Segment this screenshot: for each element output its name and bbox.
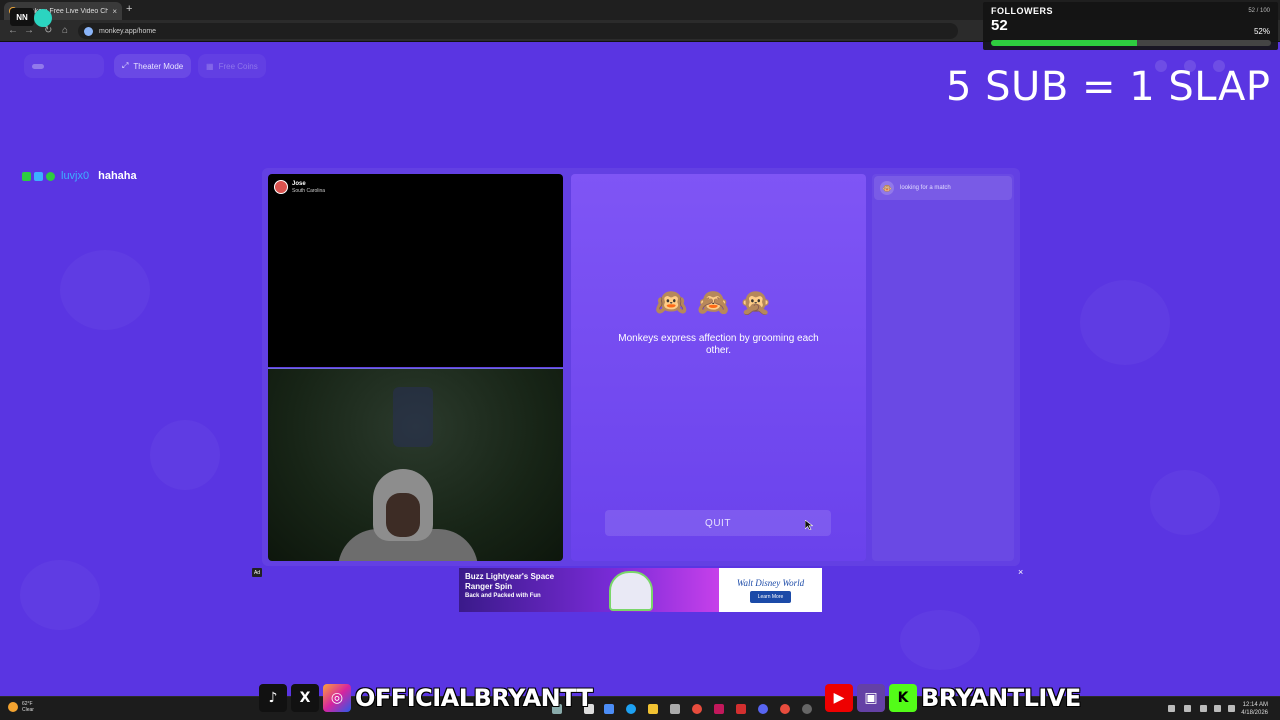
home-icon[interactable]: ⌂ — [62, 25, 68, 36]
volume-icon[interactable] — [1228, 705, 1235, 712]
social-handle-right: BRYANTLIVE — [921, 684, 1081, 712]
monkey-emoji-icon: 🙉🙈🙊 — [654, 288, 783, 318]
music-icon[interactable] — [714, 704, 724, 714]
background-blob — [1150, 470, 1220, 535]
chrome-icon[interactable] — [780, 704, 790, 714]
clock-date: 4/18/2026 — [1241, 710, 1268, 716]
ad-close-icon[interactable]: × — [1018, 567, 1023, 577]
free-coins-label: Free Coins — [218, 61, 258, 71]
wifi-icon[interactable] — [1214, 705, 1221, 712]
streamer-logo: NN — [10, 8, 34, 26]
theater-mode-label: Theater Mode — [133, 61, 184, 71]
remote-user-chip[interactable]: Jose South Carolina — [274, 180, 325, 194]
tray-chevron-icon[interactable] — [1168, 705, 1175, 712]
ad-headline: Buzz Lightyear's Space Ranger Spin — [465, 572, 555, 591]
mouse-cursor-icon — [805, 520, 813, 530]
weather-icon — [8, 702, 18, 712]
sparkle-badge-icon — [46, 171, 55, 181]
background-blob — [20, 560, 100, 630]
background-blob — [150, 420, 220, 490]
weather-condition: Clear — [22, 707, 34, 713]
followers-title: FOLLOWERS — [991, 6, 1053, 16]
social-left: ♪ X ◎ OFFICIALBRYANTT — [259, 684, 593, 712]
chat-username: luvjx0 — [61, 170, 90, 182]
background-blob — [900, 610, 980, 670]
self-video — [268, 368, 563, 561]
microphone-icon — [34, 9, 52, 27]
x-icon: X — [291, 684, 319, 712]
site-info-icon[interactable] — [84, 26, 93, 36]
youtube-icon: ▶ — [825, 684, 853, 712]
remote-video: Jose South Carolina — [268, 174, 563, 367]
obs-icon[interactable] — [802, 704, 812, 714]
adobe-icon[interactable] — [736, 704, 746, 714]
monkey-fact: Monkeys express affection by grooming ea… — [618, 333, 819, 356]
background-jersey — [393, 387, 433, 447]
chat-text: hahaha — [98, 170, 137, 182]
instagram-icon: ◎ — [323, 684, 351, 712]
kick-icon: K — [889, 684, 917, 712]
cloud-icon[interactable] — [1184, 705, 1191, 712]
ad-brand-panel: Walt Disney World Learn More — [719, 568, 822, 612]
gem-icon[interactable] — [1155, 60, 1167, 72]
ad-brand: Walt Disney World — [736, 577, 805, 588]
tiktok-icon: ♪ — [259, 684, 287, 712]
coins-icon: ▦ — [206, 61, 214, 71]
match-status-row: 🐵 looking for a match — [874, 176, 1012, 200]
background-blob — [60, 250, 150, 330]
ad-label: Ad — [252, 568, 262, 577]
chat-message: luvjx0 hahaha — [22, 170, 137, 182]
ad-subline: Back and Packed with Fun — [465, 593, 541, 599]
followers-progress-bar — [991, 40, 1271, 46]
forward-arrow-icon[interactable]: → — [24, 25, 34, 36]
app-icon[interactable] — [604, 704, 614, 714]
clock[interactable]: 12:14 AM 4/18/2026 — [1241, 701, 1268, 717]
quit-button[interactable]: QUIT — [605, 510, 831, 536]
new-tab-button[interactable]: + — [126, 3, 132, 15]
ad-banner[interactable]: Buzz Lightyear's Space Ranger Spin Back … — [459, 568, 822, 612]
expand-icon: ⤢ — [122, 61, 129, 70]
app-logo[interactable] — [24, 54, 104, 78]
chrome-icon[interactable] — [692, 704, 702, 714]
store-icon[interactable] — [670, 704, 680, 714]
followers-progress-fill — [991, 40, 1137, 46]
match-panel: 🐵 looking for a match — [872, 174, 1014, 561]
tab-close-icon[interactable]: × — [112, 7, 117, 16]
remote-user-location: South Carolina — [292, 187, 326, 194]
followers-count: 52 — [991, 17, 1008, 34]
taskbar: 62°F Clear 12:14 AM 4/18/2026 — [0, 696, 1280, 720]
discord-icon[interactable] — [758, 704, 768, 714]
match-status-text: looking for a match — [900, 185, 951, 191]
url-field[interactable]: monkey.app/home — [78, 23, 958, 39]
followers-goal: 52 / 100 — [1248, 8, 1270, 14]
twitch-icon: ▣ — [857, 684, 885, 712]
mic-tray-icon[interactable] — [1200, 705, 1207, 712]
url-text: monkey.app/home — [99, 27, 157, 35]
clock-time: 12:14 AM — [1242, 702, 1268, 708]
subscriber-badge-icon — [34, 171, 43, 181]
social-right: ▶ ▣ K BRYANTLIVE — [825, 684, 1081, 712]
remote-user-name: Jose — [292, 180, 306, 187]
avatar — [274, 180, 288, 194]
ad-creative: Buzz Lightyear's Space Ranger Spin Back … — [459, 568, 719, 612]
social-handle-left: OFFICIALBRYANTT — [355, 684, 593, 712]
video-panel: Jose South Carolina — [268, 174, 563, 561]
history-icon[interactable] — [1184, 60, 1196, 72]
monkey-face-icon: 🐵 — [880, 181, 894, 195]
free-coins-button[interactable]: ▦ Free Coins — [198, 54, 266, 78]
background-blob — [1080, 280, 1170, 365]
person-face — [386, 493, 420, 537]
weather-widget[interactable]: 62°F Clear — [8, 701, 34, 713]
edge-icon[interactable] — [626, 704, 636, 714]
followers-widget: FOLLOWERS 52 52 / 100 52% — [983, 2, 1278, 50]
followers-progress-label: 52% — [1253, 27, 1270, 36]
info-panel: 🙉🙈🙊 Monkeys express affection by groomin… — [571, 174, 866, 561]
theater-mode-button[interactable]: ⤢ Theater Mode — [114, 54, 192, 78]
buzz-lightyear-image — [609, 571, 653, 611]
folder-icon[interactable] — [648, 704, 658, 714]
back-arrow-icon[interactable]: ← — [8, 25, 18, 36]
ad-learn-more-button[interactable]: Learn More — [749, 590, 792, 603]
chat-icon[interactable] — [1213, 60, 1225, 72]
kick-badge-icon — [22, 171, 31, 181]
